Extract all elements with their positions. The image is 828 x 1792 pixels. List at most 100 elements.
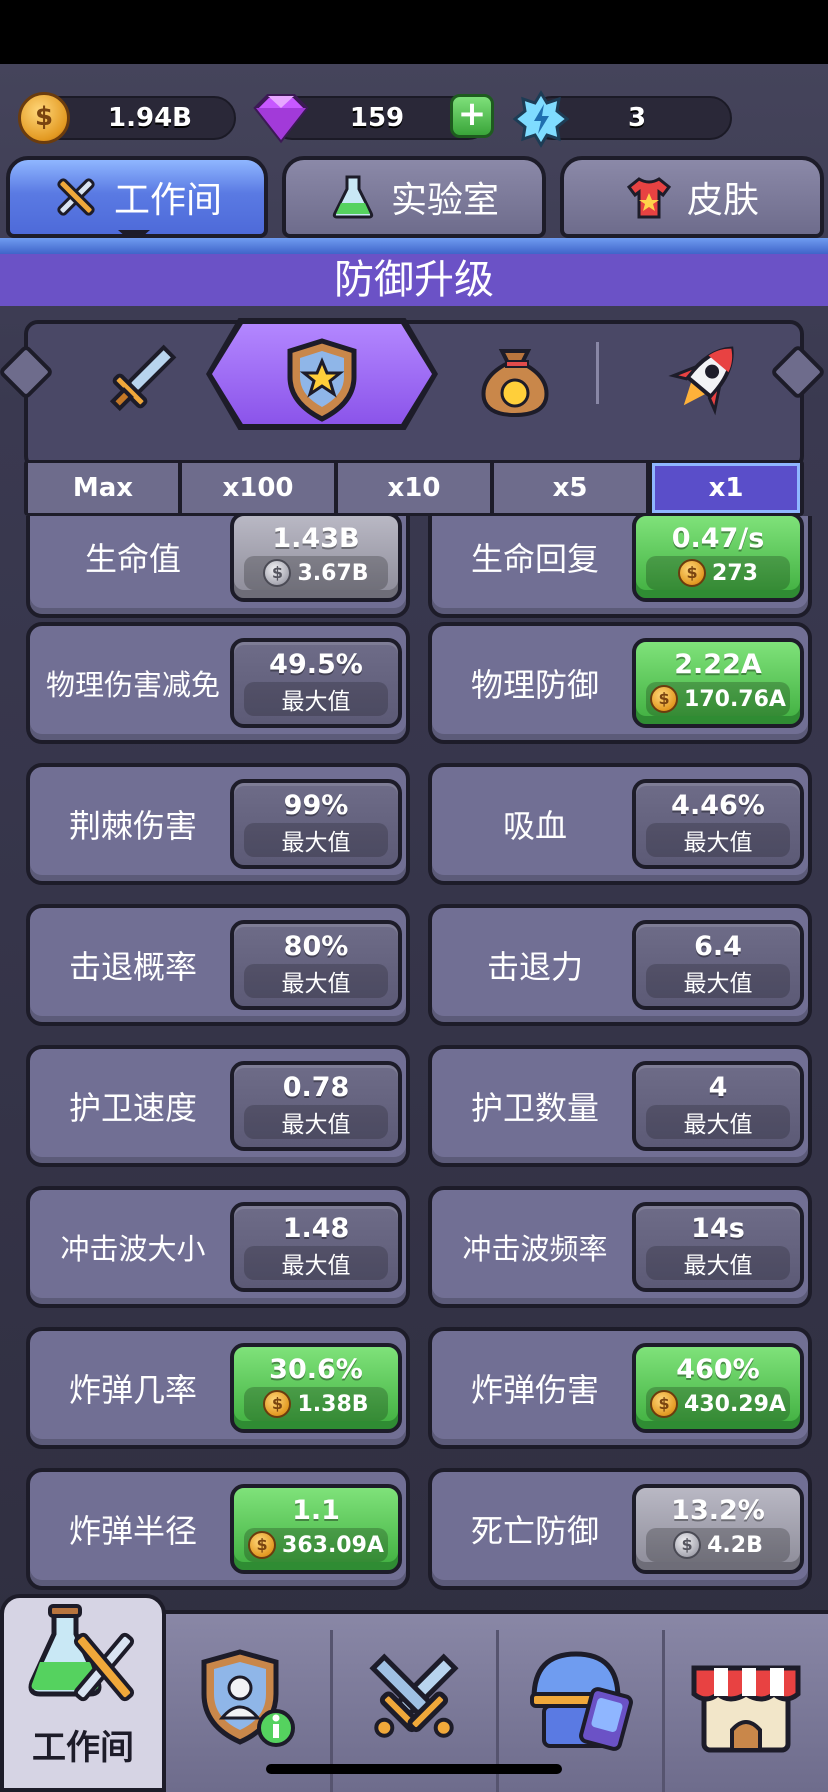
- cost-value: 273: [712, 560, 758, 586]
- rocket-icon: [668, 346, 734, 416]
- section-title: 防御升级: [0, 254, 828, 306]
- stat-name: 击退概率: [68, 948, 197, 986]
- upgrade-button[interactable]: 2.22A $170.76A: [632, 638, 804, 728]
- stat-value: 30.6%: [269, 1354, 363, 1385]
- stat-name: 炸弹伤害: [470, 1371, 599, 1409]
- stat-card-bomb-radius: 炸弹半径 1.1 $363.09A: [26, 1468, 410, 1590]
- stat-name: 物理伤害减免: [45, 668, 220, 702]
- stat-value: 1.48: [282, 1213, 350, 1244]
- stat-value: 80%: [283, 931, 349, 962]
- stat-card-bomb-chance: 炸弹几率 30.6% $1.38B: [26, 1327, 410, 1449]
- coin-icon: $: [650, 685, 679, 713]
- stat-value: 1.1: [292, 1495, 340, 1526]
- energy-icon: [512, 90, 570, 148]
- category-special[interactable]: [650, 330, 760, 430]
- stat-max-indicator: 1.48 最大值: [230, 1202, 402, 1292]
- stat-name: 物理防御: [470, 666, 599, 704]
- multiplier-x10-button[interactable]: x10: [338, 463, 490, 513]
- add-gems-button[interactable]: +: [450, 94, 494, 138]
- tab-skins[interactable]: 皮肤: [560, 156, 824, 238]
- stat-max-indicator: 0.78 最大值: [230, 1061, 402, 1151]
- stat-name: 护卫数量: [470, 1089, 599, 1127]
- crossed-swords-icon[interactable]: [360, 1644, 468, 1752]
- stat-card-health: 生命值 1.43B $3.67B: [26, 516, 410, 618]
- upgrade-button[interactable]: 30.6% $1.38B: [230, 1343, 402, 1433]
- tab-workshop[interactable]: 工作间: [6, 156, 268, 238]
- max-label: 最大值: [646, 1246, 790, 1280]
- cost-value: 170.76A: [684, 686, 786, 712]
- max-label: 最大值: [244, 964, 388, 998]
- coin-icon: $: [18, 92, 70, 144]
- stat-value: 4: [708, 1072, 728, 1103]
- upgrade-cost: $430.29A: [646, 1387, 790, 1421]
- stat-card-shockwave-size: 冲击波大小 1.48 最大值: [26, 1186, 410, 1308]
- multiplier-x5-button[interactable]: x5: [494, 463, 646, 513]
- stat-value: 2.22A: [674, 649, 762, 680]
- stat-card-shockwave-frequency: 冲击波频率 14s 最大值: [428, 1186, 812, 1308]
- multiplier-x100-button[interactable]: x100: [182, 463, 334, 513]
- hero-cards-icon[interactable]: [524, 1648, 640, 1754]
- stat-value: 49.5%: [269, 649, 363, 680]
- flask-icon: [332, 175, 374, 219]
- tab-laboratory[interactable]: 实验室: [282, 156, 546, 238]
- upgrade-button[interactable]: 460% $430.29A: [632, 1343, 804, 1433]
- stat-value: 0.78: [282, 1072, 350, 1103]
- upgrade-button[interactable]: 13.2% $4.2B: [632, 1484, 804, 1574]
- upgrade-button[interactable]: 1.1 $363.09A: [230, 1484, 402, 1574]
- stat-card-knockback-force: 击退力 6.4 最大值: [428, 904, 812, 1026]
- multiplier-max-button[interactable]: Max: [28, 463, 178, 513]
- stat-name: 生命值: [84, 540, 181, 578]
- max-label: 最大值: [646, 823, 790, 857]
- stat-name: 炸弹几率: [68, 1371, 197, 1409]
- stat-card-physical-defense: 物理防御 2.22A $170.76A: [428, 622, 812, 744]
- category-economy[interactable]: [460, 330, 570, 430]
- coin-icon: $: [263, 1390, 292, 1418]
- max-label: 最大值: [244, 1246, 388, 1280]
- stat-grid: 生命值 1.43B $3.67B 生命回复 0.47/s $273 物理伤害减免…: [0, 516, 828, 1600]
- stat-card-bomb-damage: 炸弹伤害 460% $430.29A: [428, 1327, 812, 1449]
- stat-card-guard-count: 护卫数量 4 最大值: [428, 1045, 812, 1167]
- shop-icon[interactable]: [690, 1660, 802, 1754]
- stat-name: 吸血: [502, 807, 567, 845]
- stat-name: 护卫速度: [68, 1089, 197, 1127]
- coin-icon: $: [673, 1531, 702, 1559]
- multiplier-x1-button[interactable]: x1: [652, 463, 800, 513]
- stat-card-lifesteal: 吸血 4.46% 最大值: [428, 763, 812, 885]
- cost-value: 430.29A: [684, 1391, 786, 1417]
- profile-badge-icon[interactable]: [196, 1648, 302, 1754]
- stat-name: 生命回复: [470, 540, 599, 578]
- tab-label: 皮肤: [686, 180, 759, 221]
- coin-icon: $: [248, 1531, 277, 1559]
- max-label: 最大值: [646, 1105, 790, 1139]
- coin-icon: $: [263, 559, 292, 587]
- stat-max-indicator: 99% 最大值: [230, 779, 402, 869]
- cost-value: 1.38B: [297, 1391, 369, 1417]
- stat-card-health-regen: 生命回复 0.47/s $273: [428, 516, 812, 618]
- stat-value: 0.47/s: [671, 523, 765, 554]
- stat-max-indicator: 6.4 最大值: [632, 920, 804, 1010]
- upgrade-cost: $273: [646, 556, 790, 590]
- money-bag-icon: [481, 349, 549, 418]
- tab-label: 工作间: [113, 180, 222, 221]
- stat-max-indicator: 80% 最大值: [230, 920, 402, 1010]
- nav-label-workshop: 工作间: [32, 1728, 134, 1768]
- shield-icon: [287, 338, 357, 422]
- energy-amount: 3: [627, 103, 647, 133]
- stat-name: 冲击波大小: [60, 1232, 206, 1266]
- category-attack[interactable]: [86, 330, 196, 430]
- stat-value: 1.43B: [272, 523, 360, 554]
- tab-underline: [0, 238, 828, 254]
- coin-icon: $: [678, 559, 707, 587]
- coin-icon: $: [650, 1390, 679, 1418]
- upgrade-button[interactable]: 0.47/s $273: [632, 516, 804, 602]
- tab-label: 实验室: [390, 180, 499, 221]
- stat-max-indicator: 14s 最大值: [632, 1202, 804, 1292]
- stat-value: 99%: [283, 790, 349, 821]
- stat-name: 死亡防御: [470, 1512, 599, 1550]
- stat-name: 冲击波频率: [462, 1232, 608, 1266]
- stat-card-death-defense: 死亡防御 13.2% $4.2B: [428, 1468, 812, 1590]
- upgrade-button[interactable]: 1.43B $3.67B: [230, 516, 402, 602]
- coin-amount: 1.94B: [108, 103, 192, 133]
- stat-card-guard-speed: 护卫速度 0.78 最大值: [26, 1045, 410, 1167]
- stat-name: 荆棘伤害: [68, 807, 197, 845]
